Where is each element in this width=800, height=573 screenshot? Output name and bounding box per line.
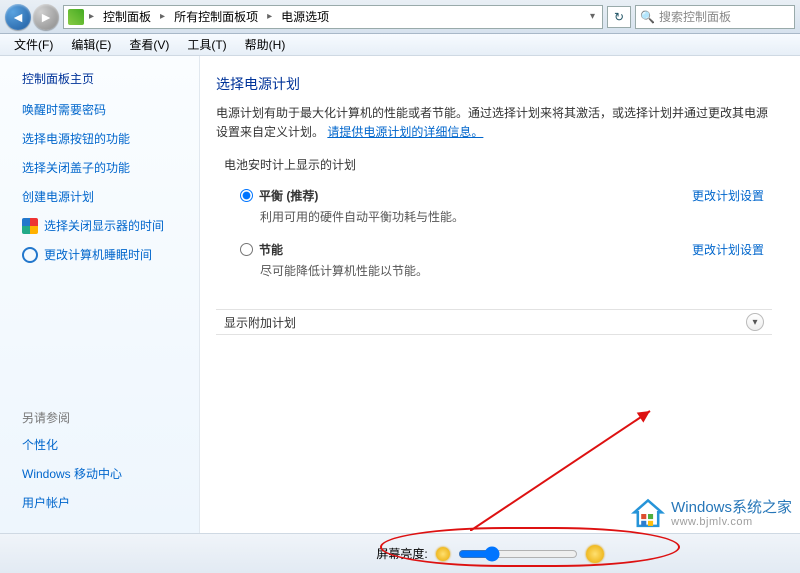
menu-file[interactable]: 文件(F) — [6, 34, 61, 55]
page-title: 选择电源计划 — [216, 74, 772, 94]
control-panel-icon — [68, 9, 84, 25]
forward-button[interactable]: ► — [33, 4, 59, 30]
chevron-right-icon: ▸ — [157, 11, 168, 22]
see-also-mobility-center[interactable]: Windows 移动中心 — [22, 465, 189, 482]
search-placeholder: 搜索控制面板 — [659, 8, 731, 25]
menu-view[interactable]: 查看(V) — [121, 34, 177, 55]
refresh-button[interactable]: ↻ — [607, 6, 631, 28]
main-area: 控制面板主页 唤醒时需要密码 选择电源按钮的功能 选择关闭盖子的功能 创建电源计… — [0, 56, 800, 533]
back-button[interactable]: ◄ — [5, 4, 31, 30]
show-additional-plans[interactable]: 显示附加计划 ▾ — [216, 309, 772, 335]
shield-icon — [22, 218, 38, 234]
sidebar-home[interactable]: 控制面板主页 — [22, 70, 189, 87]
clock-icon — [22, 247, 38, 263]
see-also-user-accounts[interactable]: 用户帐户 — [22, 494, 189, 511]
plan-details-link[interactable]: 请提供电源计划的详细信息。 — [327, 125, 483, 139]
sidebar: 控制面板主页 唤醒时需要密码 选择电源按钮的功能 选择关闭盖子的功能 创建电源计… — [0, 56, 200, 533]
power-plan-saver: 节能 尽可能降低计算机性能以节能。 更改计划设置 — [216, 235, 772, 289]
sidebar-see-also: 另请参阅 个性化 Windows 移动中心 用户帐户 — [22, 409, 189, 523]
see-also-personalization[interactable]: 个性化 — [22, 436, 189, 453]
annotation-arrow — [470, 401, 670, 531]
arrow-right-icon: ► — [39, 9, 53, 25]
chevron-down-icon[interactable]: ▾ — [587, 11, 598, 22]
expander-label: 显示附加计划 — [224, 314, 296, 331]
change-plan-settings-saver[interactable]: 更改计划设置 — [692, 241, 764, 258]
page-description: 电源计划有助于最大化计算机的性能或者节能。通过选择计划来将其激活，或选择计划并通… — [216, 104, 772, 142]
menu-tools[interactable]: 工具(T) — [179, 34, 234, 55]
brightness-label: 屏幕亮度: — [376, 545, 427, 562]
sidebar-link-display-off[interactable]: 选择关闭显示器的时间 — [22, 217, 189, 234]
search-icon: 🔍 — [640, 10, 655, 24]
address-bar: ◄ ► ▸ 控制面板 ▸ 所有控制面板项 ▸ 电源选项 ▾ ↻ 🔍 搜索控制面板 — [0, 0, 800, 34]
plan-saver-label[interactable]: 节能 — [259, 241, 283, 258]
sun-dim-icon — [436, 547, 450, 561]
plan-group-label: 电池安时计上显示的计划 — [216, 156, 772, 173]
crumb-control-panel[interactable]: 控制面板 — [99, 6, 155, 27]
crumb-all-items[interactable]: 所有控制面板项 — [170, 6, 262, 27]
plan-saver-desc: 尽可能降低计算机性能以节能。 — [260, 262, 692, 279]
crumb-power-options[interactable]: 电源选项 — [277, 6, 333, 27]
menu-help[interactable]: 帮助(H) — [237, 34, 294, 55]
breadcrumb[interactable]: ▸ 控制面板 ▸ 所有控制面板项 ▸ 电源选项 ▾ — [63, 5, 603, 29]
bottom-bar: 屏幕亮度: — [0, 533, 800, 573]
search-input[interactable]: 🔍 搜索控制面板 — [635, 5, 795, 29]
arrow-left-icon: ◄ — [11, 9, 25, 25]
sidebar-link-power-button[interactable]: 选择电源按钮的功能 — [22, 130, 189, 147]
radio-balanced[interactable] — [240, 189, 253, 202]
nav-buttons: ◄ ► — [5, 4, 59, 30]
plan-balanced-desc: 利用可用的硬件自动平衡功耗与性能。 — [260, 208, 692, 225]
sidebar-link-sleep-time[interactable]: 更改计算机睡眠时间 — [22, 246, 189, 263]
chevron-right-icon: ▸ — [264, 11, 275, 22]
sun-bright-icon — [586, 545, 604, 563]
change-plan-settings-balanced[interactable]: 更改计划设置 — [692, 187, 764, 204]
sidebar-link-close-lid[interactable]: 选择关闭盖子的功能 — [22, 159, 189, 176]
refresh-icon: ↻ — [614, 10, 624, 24]
chevron-down-icon[interactable]: ▾ — [746, 313, 764, 331]
chevron-right-icon: ▸ — [86, 11, 97, 22]
menu-bar: 文件(F) 编辑(E) 查看(V) 工具(T) 帮助(H) — [0, 34, 800, 56]
see-also-label: 另请参阅 — [22, 409, 189, 426]
power-plan-balanced: 平衡 (推荐) 利用可用的硬件自动平衡功耗与性能。 更改计划设置 — [216, 181, 772, 235]
plan-balanced-label[interactable]: 平衡 (推荐) — [259, 187, 318, 204]
radio-saver[interactable] — [240, 243, 253, 256]
menu-edit[interactable]: 编辑(E) — [63, 34, 119, 55]
sidebar-link-wake-password[interactable]: 唤醒时需要密码 — [22, 101, 189, 118]
sidebar-link-create-plan[interactable]: 创建电源计划 — [22, 188, 189, 205]
brightness-slider[interactable] — [458, 546, 578, 562]
brightness-control: 屏幕亮度: — [376, 545, 603, 563]
